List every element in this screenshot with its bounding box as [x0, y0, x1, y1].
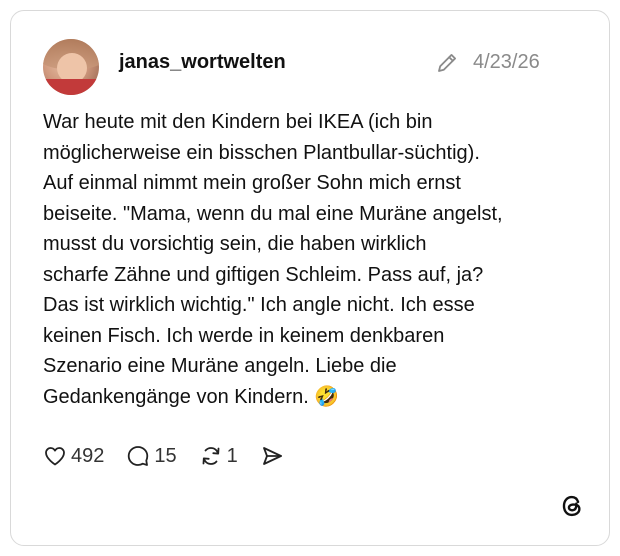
repost-button[interactable]: 1 — [199, 444, 238, 468]
pencil-icon — [435, 51, 459, 75]
avatar-shirt — [43, 79, 99, 95]
send-icon — [260, 444, 284, 468]
share-button[interactable] — [260, 444, 284, 468]
speech-bubble-icon — [126, 444, 150, 468]
avatar[interactable] — [43, 39, 99, 95]
post-date: 4/23/26 — [473, 51, 540, 73]
heart-icon — [43, 444, 67, 468]
username[interactable]: janas_wortwelten — [119, 51, 286, 74]
repost-arrows-icon — [199, 444, 223, 468]
threads-logo — [559, 493, 585, 519]
post-text: War heute mit den Kindern bei IKEA (ich … — [43, 111, 503, 408]
reply-button[interactable]: 15 — [126, 444, 177, 468]
like-button[interactable]: 492 — [43, 444, 104, 468]
like-count: 492 — [71, 444, 105, 467]
reply-count: 15 — [154, 444, 177, 467]
post-card: janas_wortwelten 4/23/26 War heute mit d… — [10, 10, 610, 546]
action-bar: 492 15 1 — [43, 441, 306, 471]
repost-count: 1 — [226, 444, 238, 467]
